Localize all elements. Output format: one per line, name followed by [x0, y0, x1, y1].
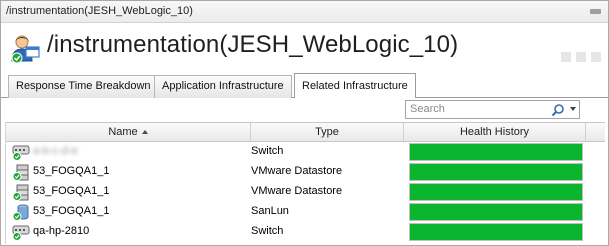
tab-response-time-breakdown[interactable]: Response Time Breakdown [8, 75, 159, 98]
health-history-fill [410, 144, 582, 160]
health-history-bar [409, 143, 583, 161]
table-row[interactable]: qa-hp-2810 Switch [6, 222, 605, 242]
row-type: SanLun [251, 205, 289, 217]
row-name[interactable]: qa-hp-2810 [33, 225, 89, 237]
column-header-name[interactable]: Name [6, 123, 251, 141]
tab-bar: Response Time Breakdown Application Infr… [1, 70, 608, 99]
minimize-icon[interactable] [590, 9, 601, 14]
chevron-down-icon[interactable] [570, 107, 576, 111]
column-label: Type [315, 126, 339, 138]
table-row[interactable]: 53_FOGQA1_1 VMware Datastore [6, 182, 605, 202]
table-body: a-b-c-d-e Switch 53_FOGQA1_1 VMware Datasto… [6, 142, 605, 242]
row-type: Switch [251, 145, 284, 157]
health-history-fill [410, 224, 582, 240]
user-agent-icon [11, 35, 40, 64]
column-label: Name [108, 126, 138, 138]
row-type: Switch [251, 225, 284, 237]
health-history-bar [409, 223, 583, 241]
datastore-icon [12, 164, 30, 181]
switch-icon [12, 224, 30, 241]
health-history-bar [409, 183, 583, 201]
decoration-block [576, 52, 586, 62]
sort-ascending-icon [141, 130, 148, 134]
row-type: VMware Datastore [251, 185, 343, 197]
switch-icon [12, 144, 30, 161]
column-label: Health History [459, 126, 530, 138]
row-name[interactable]: 53_FOGQA1_1 [33, 165, 109, 177]
search-input[interactable]: Search [405, 100, 580, 119]
health-history-fill [410, 184, 582, 200]
column-header-type[interactable]: Type [251, 123, 404, 141]
health-history-fill [410, 164, 582, 180]
row-name[interactable]: a-b-c-d-e [33, 145, 78, 157]
tab-application-infrastructure[interactable]: Application Infrastructure [154, 75, 292, 98]
page-header: /instrumentation(JESH_WebLogic_10) [1, 24, 608, 70]
decoration-block [591, 52, 601, 62]
decoration-block [561, 52, 571, 62]
search-icon[interactable] [551, 103, 565, 117]
table-row[interactable]: 53_FOGQA1_1 SanLun [6, 202, 605, 222]
related-infrastructure-table: Name Type Health History a-b-c-d-e Switch… [5, 122, 605, 244]
health-history-bar [409, 163, 583, 181]
health-history-bar [409, 203, 583, 221]
row-type: VMware Datastore [251, 165, 343, 177]
window-title: /instrumentation(JESH_WebLogic_10) [6, 5, 193, 17]
san-lun-icon [12, 204, 30, 221]
table-row[interactable]: a-b-c-d-e Switch [6, 142, 605, 162]
page-title: /instrumentation(JESH_WebLogic_10) [47, 31, 459, 58]
table-header: Name Type Health History [6, 122, 605, 142]
row-name[interactable]: 53_FOGQA1_1 [33, 205, 109, 217]
window-frame: /instrumentation(JESH_WebLogic_10) /inst… [0, 0, 609, 246]
row-name[interactable]: 53_FOGQA1_1 [33, 185, 109, 197]
datastore-icon [12, 184, 30, 201]
health-history-fill [410, 204, 582, 220]
toolbar: Search [1, 98, 608, 122]
table-row[interactable]: 53_FOGQA1_1 VMware Datastore [6, 162, 605, 182]
search-placeholder: Search [410, 103, 445, 115]
tab-related-infrastructure[interactable]: Related Infrastructure [294, 73, 416, 99]
column-header-health-history[interactable]: Health History [404, 123, 586, 141]
title-bar: /instrumentation(JESH_WebLogic_10) [1, 1, 608, 23]
